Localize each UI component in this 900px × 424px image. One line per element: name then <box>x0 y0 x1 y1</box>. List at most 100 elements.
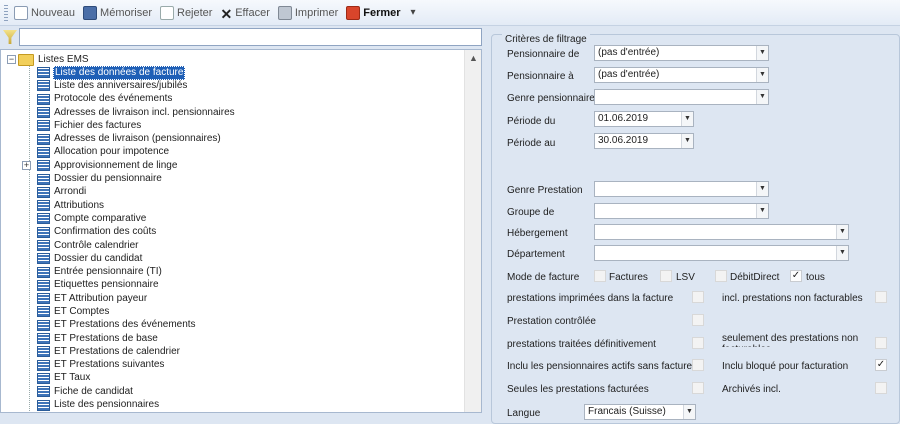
tree-item[interactable]: Attributions <box>37 199 236 212</box>
filter-icon[interactable] <box>3 30 17 44</box>
tree-item-label: ET Prestations suivantes <box>54 359 165 371</box>
report-icon <box>37 279 50 291</box>
reject-button[interactable]: Rejeter <box>160 5 212 20</box>
chevron-down-icon[interactable]: ▼ <box>681 134 693 148</box>
opt-traitees-label: prestations traitées définitivement <box>507 339 656 350</box>
opt-controlee-checkbox[interactable] <box>692 314 704 326</box>
tree-item[interactable]: ET Prestations de base <box>37 332 236 345</box>
tree-item[interactable]: Adresses de livraison (pensionnaires) <box>37 132 236 145</box>
report-icon <box>37 306 50 318</box>
opt-archives-checkbox[interactable] <box>875 382 887 394</box>
report-icon <box>37 240 50 251</box>
pens-from-label: Pensionnaire de <box>507 49 580 60</box>
opt-inclu-actifs-checkbox[interactable] <box>692 359 704 371</box>
pens-to-select[interactable]: (pas d'entrée) ▼ <box>594 67 769 83</box>
period-to-date[interactable]: 30.06.2019 ▼ <box>594 133 694 149</box>
chevron-down-icon[interactable]: ▼ <box>756 182 768 196</box>
tree-item[interactable]: Dossier du pensionnaire <box>37 172 236 185</box>
tree-item[interactable]: Arrondi <box>37 186 236 199</box>
tree-item-label: Allocation pour impotence <box>54 146 170 158</box>
genre-prest-select[interactable]: ▼ <box>594 181 769 197</box>
chevron-down-icon[interactable]: ▼ <box>836 225 848 239</box>
tree-item[interactable]: ET Comptes <box>37 305 236 318</box>
tree-item[interactable]: Liste des pensionnaires <box>37 398 236 411</box>
mode-tous-label: tous <box>806 272 825 283</box>
tree-item[interactable]: Adresses de livraison incl. pensionnaire… <box>37 106 236 119</box>
filter-panel: Critères de filtrage Pensionnaire de (pa… <box>487 28 900 424</box>
mode-debit-label: DébitDirect <box>730 272 780 283</box>
report-icon <box>37 372 50 384</box>
printer-icon <box>277 5 292 20</box>
pens-from-select[interactable]: (pas d'entrée) ▼ <box>594 45 769 61</box>
tree-item[interactable]: Protocole des événements <box>37 93 236 106</box>
search-input[interactable] <box>19 28 482 46</box>
tree-item[interactable]: Confirmation des coûts <box>37 226 236 239</box>
tree-item[interactable]: Etiquettes pensionnaire <box>37 279 236 292</box>
report-icon <box>37 386 50 398</box>
hebergement-select[interactable]: ▼ <box>594 224 849 240</box>
opt-non-facturables-checkbox[interactable] <box>875 291 887 303</box>
tree-item-label: ET Attribution payeur <box>54 292 148 304</box>
new-button[interactable]: Nouveau <box>14 5 75 20</box>
clear-button[interactable]: ✕ Effacer <box>220 6 269 22</box>
chevron-down-icon[interactable]: ▼ <box>836 246 848 260</box>
tree-item[interactable]: Compte comparative <box>37 212 236 225</box>
opt-archives-label: Archivés incl. <box>722 384 781 395</box>
scroll-up-icon[interactable]: ▲ <box>469 53 478 63</box>
save-button[interactable]: Mémoriser <box>83 5 152 20</box>
tree-item[interactable]: ET Prestations suivantes <box>37 359 236 372</box>
tree-item[interactable]: + Approvisionnement de linge <box>22 159 236 172</box>
opt-seulement-checkbox[interactable] <box>875 337 887 349</box>
tree-item-label: ET Comptes <box>54 305 110 317</box>
chevron-down-icon[interactable]: ▼ <box>683 405 695 419</box>
tree-item[interactable]: Contrôle calendrier <box>37 239 236 252</box>
tree-item[interactable]: ET Taux <box>37 372 236 385</box>
tree-root[interactable]: − Listes EMS <box>7 53 89 66</box>
tree-item[interactable]: Liste des données de facture <box>37 65 236 80</box>
tree-item[interactable]: Liste des anniversaires/jubilés <box>37 79 236 92</box>
chevron-down-icon[interactable]: ▼ <box>756 68 768 82</box>
tree-item-label: Confirmation des coûts <box>54 226 157 238</box>
opt-seules-checkbox[interactable] <box>692 382 704 394</box>
collapse-icon[interactable]: − <box>7 55 16 64</box>
departement-select[interactable]: ▼ <box>594 245 849 261</box>
mode-lsv-checkbox[interactable] <box>660 270 672 282</box>
langue-select[interactable]: Francais (Suisse) ▼ <box>584 404 696 420</box>
tree-scrollbar[interactable]: ▲ <box>464 50 481 412</box>
opt-imprimees-checkbox[interactable] <box>692 291 704 303</box>
mode-factures-checkbox[interactable] <box>594 270 606 282</box>
opt-traitees-checkbox[interactable] <box>692 337 704 349</box>
close-button[interactable]: Fermer <box>346 5 401 20</box>
tree-item-label: ET Prestations des événements <box>54 319 196 331</box>
report-icon <box>37 186 50 198</box>
mode-debit-checkbox[interactable] <box>715 270 727 282</box>
tree-item[interactable]: ET Prestations de calendrier <box>37 345 236 358</box>
toolbar-overflow-icon[interactable]: ▾ <box>411 7 416 18</box>
tree-item[interactable]: ET Attribution payeur <box>37 292 236 305</box>
period-to-label: Période au <box>507 138 556 149</box>
chevron-down-icon[interactable]: ▼ <box>756 90 768 104</box>
expand-icon[interactable]: + <box>22 161 31 171</box>
filter-group-title: Critères de filtrage <box>502 34 590 45</box>
filter-group: Critères de filtrage Pensionnaire de (pa… <box>491 34 900 424</box>
tree-item[interactable]: Dossier du candidat <box>37 252 236 265</box>
toolbar-grip[interactable] <box>4 4 8 21</box>
report-icon <box>37 213 50 225</box>
tree-item[interactable]: ET Prestations des événements <box>37 319 236 332</box>
tree-item-label: Dossier du pensionnaire <box>54 173 162 185</box>
chevron-down-icon[interactable]: ▼ <box>756 46 768 60</box>
tree-item[interactable]: Fichier des factures <box>37 119 236 132</box>
opt-inclu-bloque-checkbox[interactable] <box>875 359 887 371</box>
chevron-down-icon[interactable]: ▼ <box>681 112 693 126</box>
report-icon <box>37 319 50 331</box>
groupe-select[interactable]: ▼ <box>594 203 769 219</box>
tree-item[interactable]: Fiche de candidat <box>37 385 236 398</box>
chevron-down-icon[interactable]: ▼ <box>756 204 768 218</box>
tree-item[interactable]: Entrée pensionnaire (TI) <box>37 265 236 278</box>
print-button[interactable]: Imprimer <box>277 5 338 20</box>
report-icon <box>37 80 50 92</box>
period-from-date[interactable]: 01.06.2019 ▼ <box>594 111 694 127</box>
tree-item[interactable]: Allocation pour impotence <box>37 146 236 159</box>
genre-pens-select[interactable]: ▼ <box>594 89 769 105</box>
mode-tous-checkbox[interactable] <box>790 270 802 282</box>
